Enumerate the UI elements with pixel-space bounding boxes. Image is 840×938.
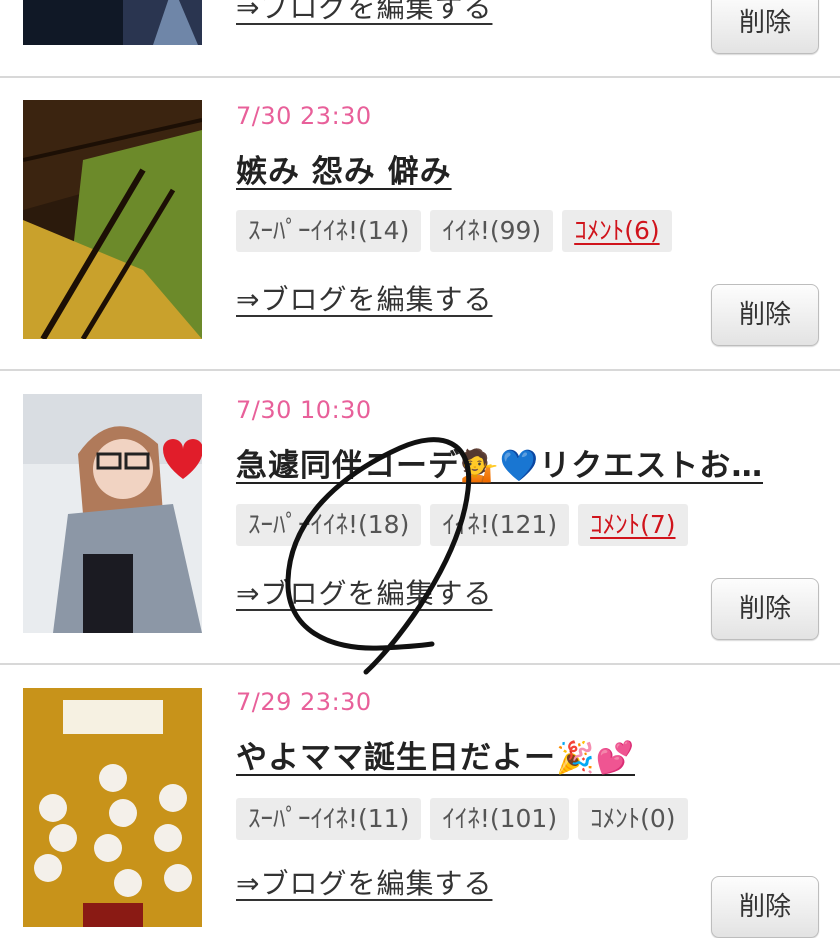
blog-entry: 7/30 10:30 急遽同伴コーデ💁💙リクエストお… ｽｰﾊﾟｰｲｲﾈ!(18… <box>0 370 840 665</box>
edit-blog-link[interactable]: ⇒ブログを編集する <box>236 572 492 612</box>
entry-stats: ｽｰﾊﾟｰｲｲﾈ!(18) ｲｲﾈ!(121) ｺﾒﾝﾄ(7) <box>236 504 688 546</box>
entry-thumbnail[interactable] <box>23 394 202 633</box>
comment-link[interactable]: ｺﾒﾝﾄ(7) <box>578 504 688 546</box>
edit-blog-link[interactable]: ⇒ブログを編集する <box>236 862 492 902</box>
super-like-badge: ｽｰﾊﾟｰｲｲﾈ!(18) <box>236 504 422 546</box>
delete-button[interactable]: 削除 <box>711 876 819 938</box>
entry-date: 7/30 10:30 <box>236 396 372 424</box>
super-like-badge: ｽｰﾊﾟｰｲｲﾈ!(14) <box>236 210 422 252</box>
comment-badge[interactable]: ｺﾒﾝﾄ(0) <box>578 798 688 840</box>
entry-thumbnail[interactable] <box>23 688 202 927</box>
entry-thumbnail[interactable] <box>23 100 202 339</box>
entry-date: 7/29 23:30 <box>236 688 372 716</box>
entry-date: 7/30 23:30 <box>236 102 372 130</box>
blog-entry: 7/30 23:30 嫉み 怨み 僻み ｽｰﾊﾟｰｲｲﾈ!(14) ｲｲﾈ!(9… <box>0 76 840 371</box>
entry-title[interactable]: 急遽同伴コーデ💁💙リクエストお… <box>236 440 763 485</box>
delete-button[interactable]: 削除 <box>711 578 819 640</box>
delete-button[interactable]: 削除 <box>711 284 819 346</box>
like-badge: ｲｲﾈ!(101) <box>430 798 570 840</box>
delete-button[interactable]: 削除 <box>711 0 819 54</box>
blog-entry: ⇒ブログを編集する 削除 <box>0 0 840 78</box>
entry-stats: ｽｰﾊﾟｰｲｲﾈ!(14) ｲｲﾈ!(99) ｺﾒﾝﾄ(6) <box>236 210 672 252</box>
entry-thumbnail[interactable] <box>23 0 202 45</box>
like-badge: ｲｲﾈ!(99) <box>430 210 554 252</box>
blog-entry: 7/29 23:30 やよママ誕生日だよー🎉💕 ｽｰﾊﾟｰｲｲﾈ!(11) ｲｲ… <box>0 664 840 938</box>
entry-title[interactable]: やよママ誕生日だよー🎉💕 <box>236 732 635 777</box>
entry-title[interactable]: 嫉み 怨み 僻み <box>236 146 452 191</box>
entry-stats: ｽｰﾊﾟｰｲｲﾈ!(11) ｲｲﾈ!(101) ｺﾒﾝﾄ(0) <box>236 798 688 840</box>
super-like-badge: ｽｰﾊﾟｰｲｲﾈ!(11) <box>236 798 422 840</box>
comment-link[interactable]: ｺﾒﾝﾄ(6) <box>562 210 672 252</box>
edit-blog-link[interactable]: ⇒ブログを編集する <box>236 278 492 318</box>
like-badge: ｲｲﾈ!(121) <box>430 504 570 546</box>
edit-blog-link[interactable]: ⇒ブログを編集する <box>236 0 492 26</box>
